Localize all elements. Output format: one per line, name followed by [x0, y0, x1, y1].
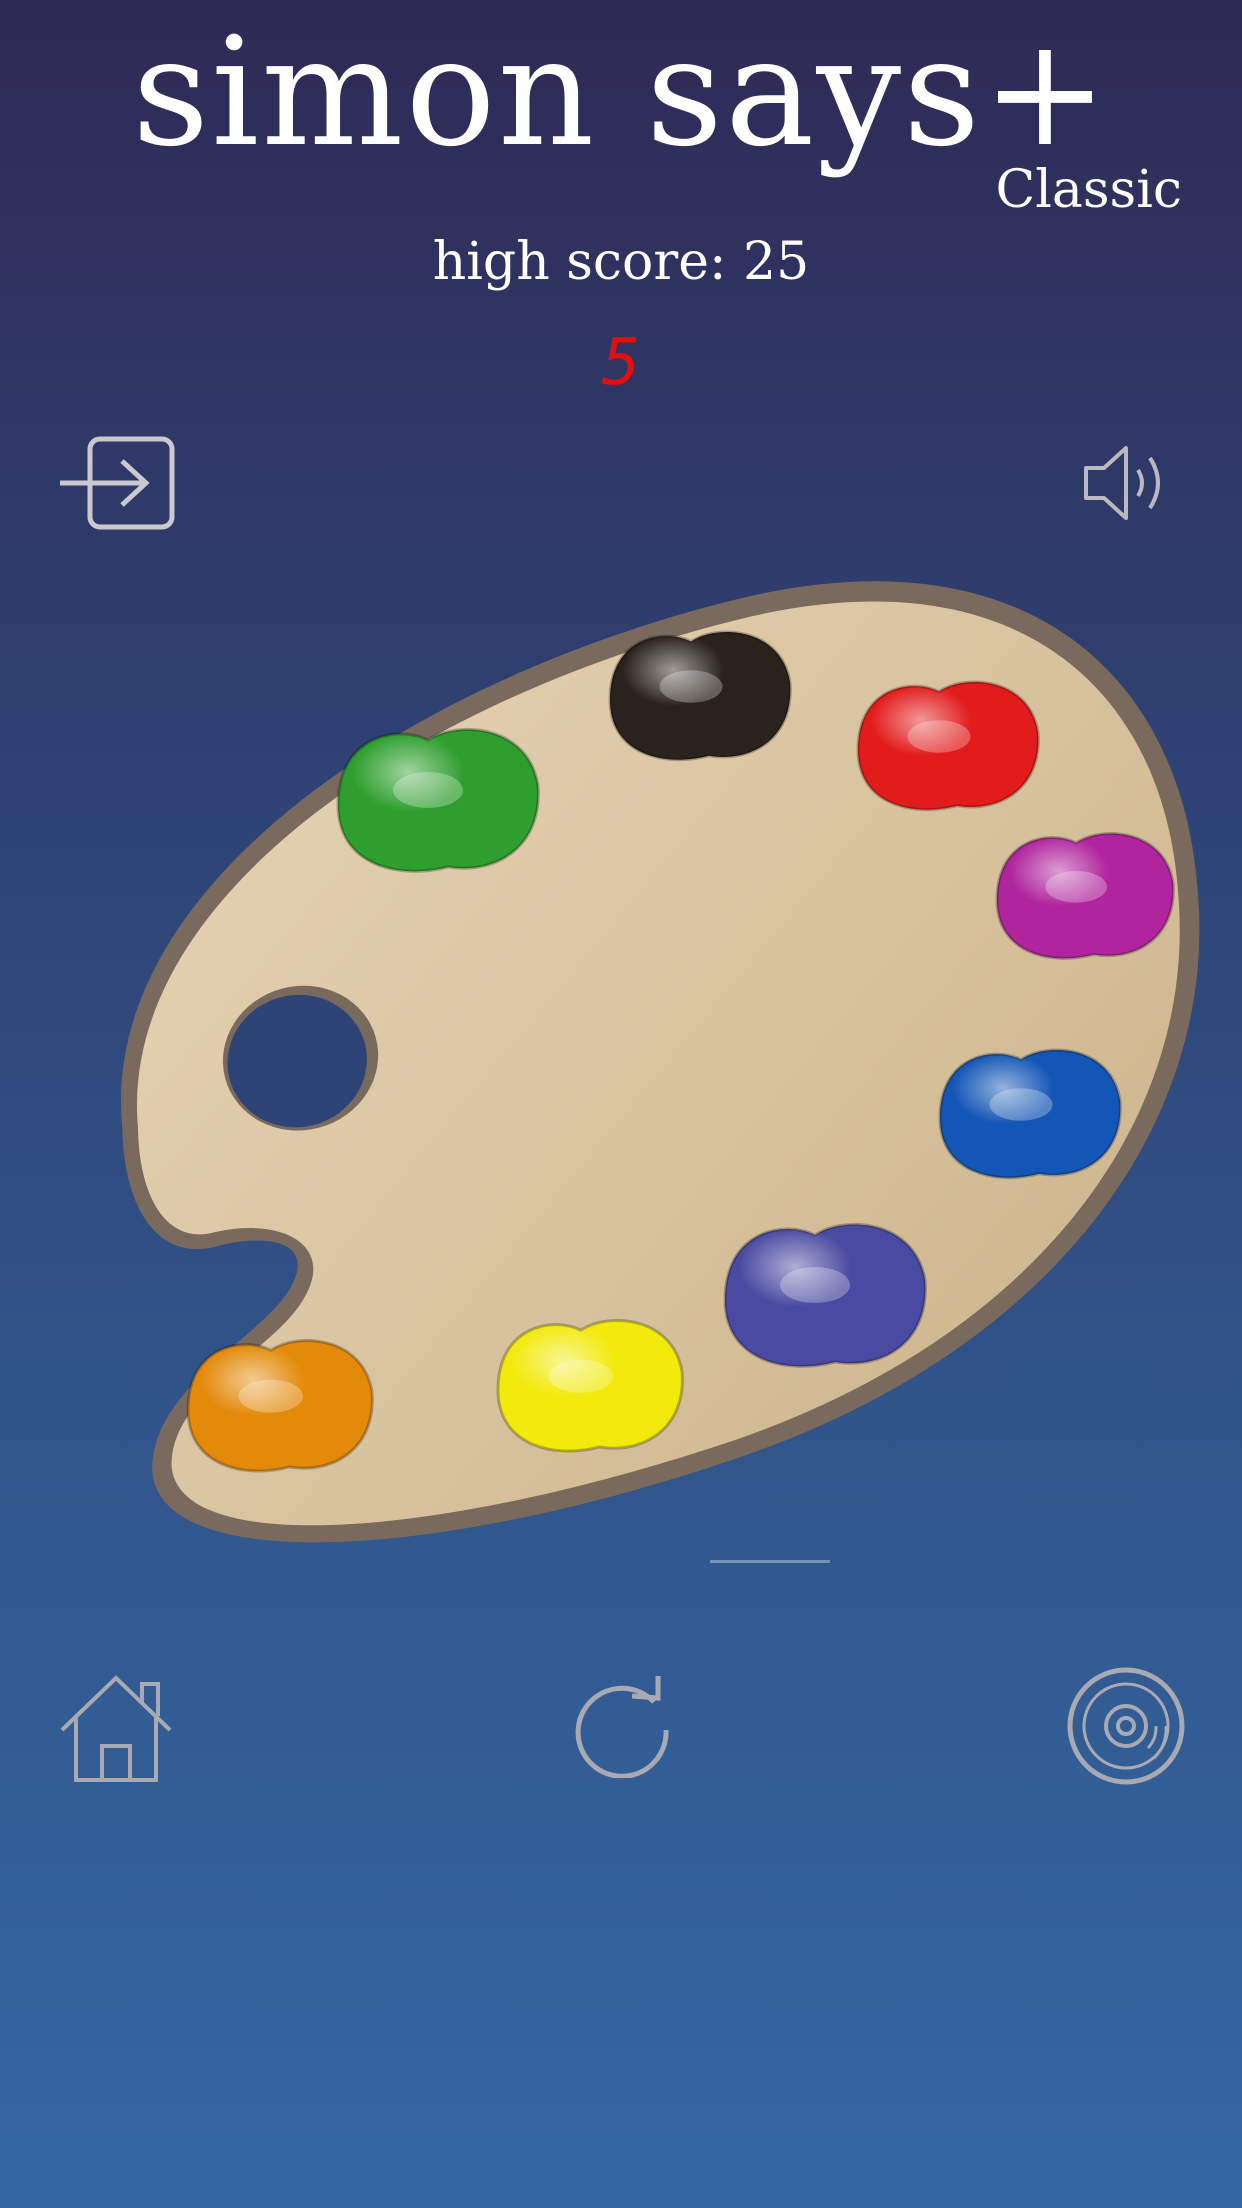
palette-board — [120, 581, 1200, 1543]
disc-icon — [1067, 1667, 1185, 1785]
paint-orange[interactable] — [186, 1339, 374, 1473]
high-score-label: high score: 25 — [432, 232, 810, 292]
paint-palette — [0, 570, 1242, 1570]
paint-blue[interactable] — [938, 1048, 1122, 1180]
divider-line — [710, 1560, 830, 1563]
game-mode-label: Classic — [995, 160, 1182, 220]
speaker-icon — [1084, 446, 1160, 520]
restart-icon — [575, 1676, 669, 1779]
music-button[interactable] — [1066, 1666, 1186, 1786]
paint-green[interactable] — [336, 728, 540, 873]
paint-yellow[interactable] — [496, 1319, 684, 1453]
sign-in-icon — [60, 436, 175, 530]
current-score: 5 — [601, 326, 641, 400]
home-icon — [60, 1675, 172, 1782]
paint-red[interactable] — [856, 680, 1040, 812]
sound-toggle-button[interactable] — [1082, 440, 1172, 526]
paint-black[interactable] — [608, 630, 792, 762]
paint-indigo[interactable] — [723, 1223, 927, 1368]
paint-magenta[interactable] — [995, 832, 1175, 960]
game-title: simon says+ — [132, 6, 1110, 180]
restart-button[interactable] — [570, 1672, 674, 1779]
home-button[interactable] — [58, 1672, 174, 1784]
exit-button[interactable] — [58, 436, 176, 530]
